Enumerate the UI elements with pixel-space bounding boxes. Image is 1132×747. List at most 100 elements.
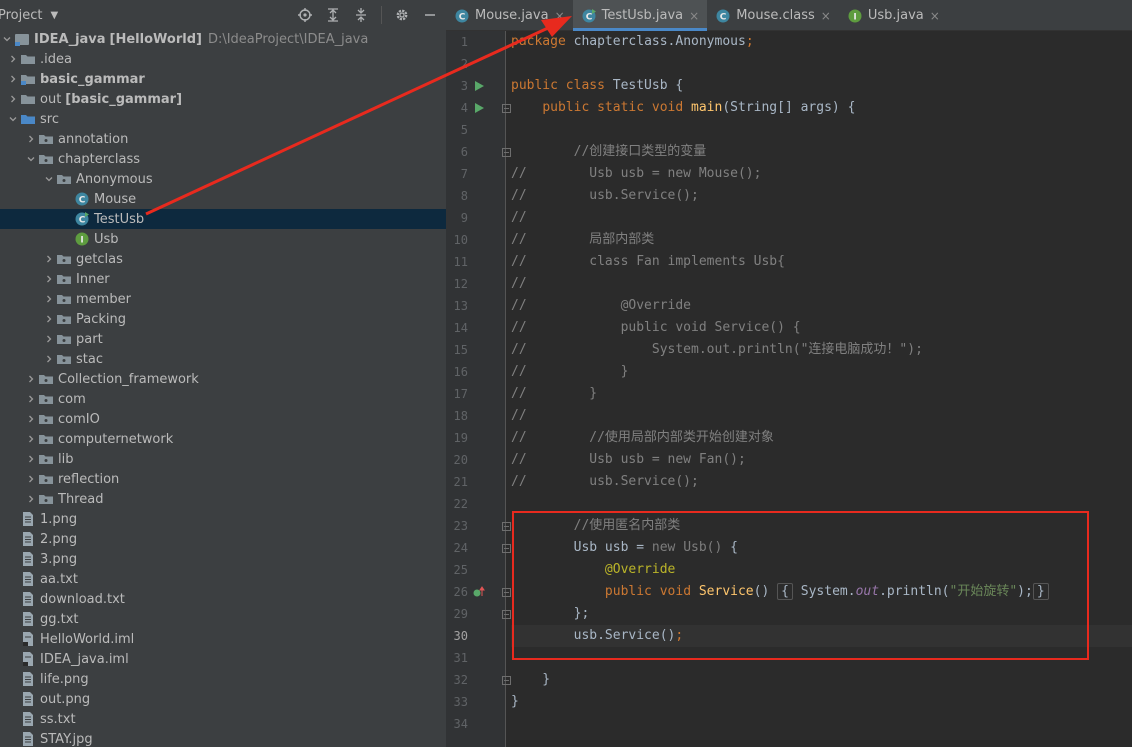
chevron-right-icon[interactable] — [42, 269, 56, 289]
tree-item[interactable]: Anonymous — [0, 169, 446, 189]
code-line[interactable]: //创建接口类型的变量 — [511, 141, 707, 163]
close-icon[interactable]: × — [930, 9, 940, 23]
code-line[interactable]: // — [511, 273, 527, 295]
tree-item[interactable]: life.png — [0, 669, 446, 689]
code-line[interactable]: }; — [511, 603, 590, 625]
chevron-down-icon[interactable] — [6, 109, 20, 129]
tree-item[interactable]: out.png — [0, 689, 446, 709]
code-line[interactable]: // usb.Service(); — [511, 471, 699, 493]
code-line[interactable]: public class TestUsb { — [511, 75, 683, 97]
code-line[interactable]: Usb usb = new Usb() { — [511, 537, 738, 559]
code-line[interactable]: // //使用局部内部类开始创建对象 — [511, 427, 774, 449]
tree-item[interactable]: computernetwork — [0, 429, 446, 449]
editor-tab[interactable]: C TestUsb.java × — [572, 0, 708, 31]
close-icon[interactable]: × — [689, 9, 699, 23]
code-line[interactable]: // — [511, 207, 527, 229]
tree-item[interactable]: annotation — [0, 129, 446, 149]
gear-icon[interactable] — [392, 5, 412, 25]
tree-item[interactable]: C Mouse — [0, 189, 446, 209]
chevron-down-icon[interactable] — [42, 169, 56, 189]
tree-item[interactable]: STAY.jpg — [0, 729, 446, 747]
chevron-down-icon[interactable] — [24, 149, 38, 169]
tree-item[interactable]: 3.png — [0, 549, 446, 569]
tree-item[interactable]: stac — [0, 349, 446, 369]
editor-tab[interactable]: I Usb.java × — [839, 0, 948, 31]
code-line[interactable]: // Usb usb = new Mouse(); — [511, 163, 761, 185]
tree-item[interactable]: 2.png — [0, 529, 446, 549]
chevron-right-icon[interactable] — [24, 369, 38, 389]
code-line[interactable]: public static void main(String[] args) { — [511, 97, 855, 119]
tree-item[interactable]: aa.txt — [0, 569, 446, 589]
chevron-right-icon[interactable] — [42, 349, 56, 369]
tree-item[interactable]: Thread — [0, 489, 446, 509]
chevron-right-icon[interactable] — [24, 409, 38, 429]
tree-item[interactable]: com — [0, 389, 446, 409]
tree-item[interactable]: comIO — [0, 409, 446, 429]
tree-item[interactable]: chapterclass — [0, 149, 446, 169]
tree-item[interactable]: out [basic_gammar] — [0, 89, 446, 109]
code-line[interactable]: public void Service() { System.out.print… — [511, 581, 1049, 603]
tree-item[interactable]: IDEA_java [HelloWorld] D:\IdeaProject\IDEA… — [0, 29, 446, 49]
code-line[interactable]: // usb.Service(); — [511, 185, 699, 207]
editor-tab[interactable]: C Mouse.class × — [707, 0, 839, 31]
chevron-right-icon[interactable] — [24, 469, 38, 489]
code-line[interactable]: // Usb usb = new Fan(); — [511, 449, 746, 471]
tree-item[interactable]: IDEA_java.iml — [0, 649, 446, 669]
chevron-right-icon[interactable] — [24, 429, 38, 449]
chevron-down-icon[interactable] — [0, 29, 14, 49]
chevron-right-icon[interactable] — [6, 69, 20, 89]
code-line[interactable]: // 局部内部类 — [511, 229, 654, 251]
chevron-right-icon[interactable] — [24, 389, 38, 409]
implements-method-icon[interactable] — [472, 581, 486, 603]
tree-item[interactable]: getclas — [0, 249, 446, 269]
tree-item[interactable]: src — [0, 109, 446, 129]
tree-item[interactable]: Inner — [0, 269, 446, 289]
tree-item[interactable]: HelloWorld.iml — [0, 629, 446, 649]
tree-item[interactable]: 1.png — [0, 509, 446, 529]
tree-item[interactable]: I Usb — [0, 229, 446, 249]
code-line[interactable]: // public void Service() { — [511, 317, 801, 339]
code-line[interactable]: package chapterclass.Anonymous; — [511, 31, 754, 53]
chevron-right-icon[interactable] — [24, 449, 38, 469]
locate-icon[interactable] — [295, 5, 315, 25]
tree-item[interactable]: basic_gammar — [0, 69, 446, 89]
code-line[interactable]: // — [511, 405, 527, 427]
chevron-right-icon[interactable] — [42, 249, 56, 269]
project-view-selector[interactable]: Project — [0, 8, 42, 23]
chevron-right-icon[interactable] — [42, 329, 56, 349]
tree-item[interactable]: lib — [0, 449, 446, 469]
tree-item[interactable]: gg.txt — [0, 609, 446, 629]
close-icon[interactable]: × — [555, 9, 565, 23]
tree-item[interactable]: download.txt — [0, 589, 446, 609]
code-editor[interactable]: 1 2 3 4 5 6 7 8 9 10 11 12 13 14 15 16 17 18 19 20 21 22 23 24 2… — [446, 31, 1132, 747]
chevron-right-icon[interactable] — [42, 309, 56, 329]
code-line[interactable]: // class Fan implements Usb{ — [511, 251, 785, 273]
tree-item[interactable]: C TestUsb — [0, 209, 446, 229]
tree-item[interactable]: Packing — [0, 309, 446, 329]
editor-tab[interactable]: C Mouse.java × — [446, 0, 573, 31]
run-icon[interactable] — [472, 97, 486, 119]
code-line[interactable]: // @Override — [511, 295, 691, 317]
chevron-right-icon[interactable] — [24, 489, 38, 509]
tree-item[interactable]: .idea — [0, 49, 446, 69]
code-line[interactable]: // } — [511, 383, 597, 405]
code-line[interactable]: //使用匿名内部类 — [511, 515, 681, 537]
tree-item[interactable]: member — [0, 289, 446, 309]
chevron-right-icon[interactable] — [6, 49, 20, 69]
code-line[interactable]: // System.out.println("连接电脑成功！"); — [511, 339, 923, 361]
minimize-icon[interactable] — [420, 5, 440, 25]
chevron-right-icon[interactable] — [24, 129, 38, 149]
code-line[interactable]: @Override — [511, 559, 675, 581]
expand-all-icon[interactable] — [323, 5, 343, 25]
code-line[interactable]: } — [511, 669, 550, 691]
collapse-all-icon[interactable] — [351, 5, 371, 25]
tree-item[interactable]: reflection — [0, 469, 446, 489]
chevron-right-icon[interactable] — [42, 289, 56, 309]
code-line[interactable]: } — [511, 691, 519, 713]
run-icon[interactable] — [472, 75, 486, 97]
tree-item[interactable]: part — [0, 329, 446, 349]
code-line[interactable]: usb.Service(); — [511, 625, 1132, 647]
tree-item[interactable]: Collection_framework — [0, 369, 446, 389]
code-line[interactable]: // } — [511, 361, 628, 383]
close-icon[interactable]: × — [821, 9, 831, 23]
